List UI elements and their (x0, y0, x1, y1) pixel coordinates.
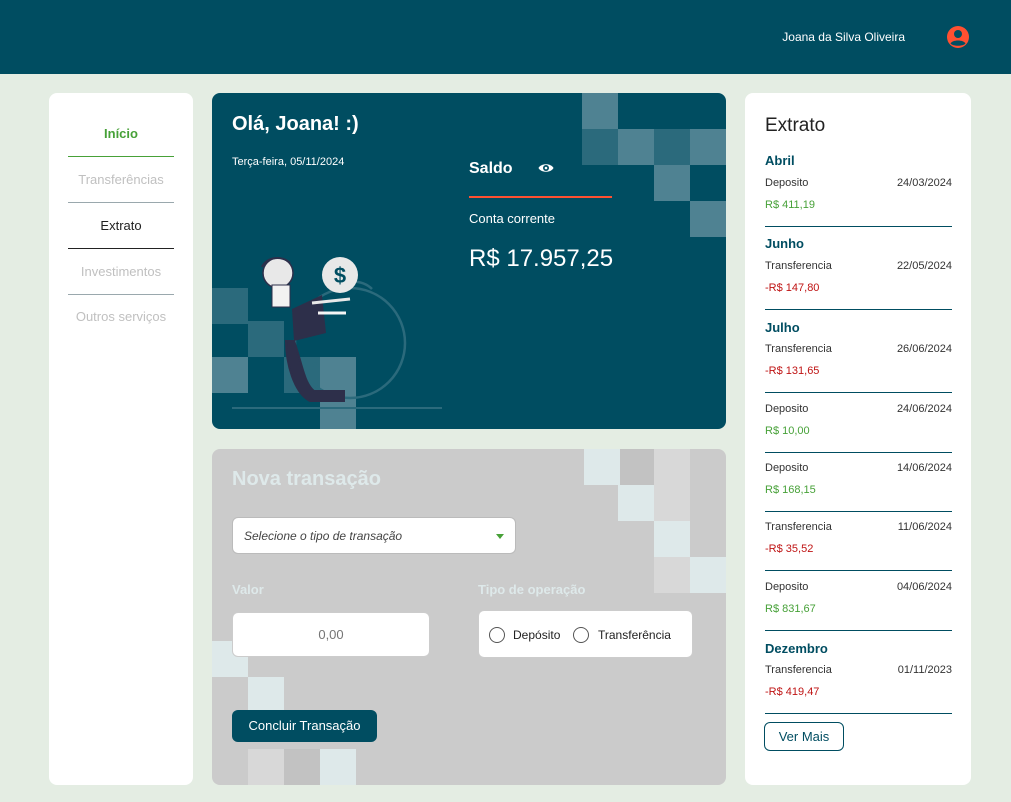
radio-deposito-label[interactable]: Depósito (513, 628, 560, 642)
sidebar-item-transferencias[interactable]: Transferências (68, 157, 174, 203)
entry-date: 26/06/2024 (896, 343, 952, 355)
greeting: Olá, Joana! :) (232, 113, 359, 135)
entry-date: 24/03/2024 (896, 177, 952, 189)
chevron-down-icon (496, 534, 504, 539)
saldo-label: Saldo (469, 160, 513, 177)
radio-transferencia-label[interactable]: Transferência (598, 628, 671, 642)
decor-square (320, 749, 356, 785)
operation-type-label: Tipo de operação (478, 582, 586, 597)
entry-type: Transferencia (765, 343, 832, 355)
month-header: Dezembro (765, 641, 828, 656)
piggy-bank-illustration: $ (232, 257, 442, 409)
statement-entry[interactable]: Deposito 04/06/2024 R$ 831,67 (765, 579, 952, 631)
select-placeholder: Selecione o tipo de transação (244, 529, 403, 543)
decor-square (690, 201, 726, 237)
entry-amount: -R$ 35,52 (765, 543, 814, 555)
decor-square (618, 485, 654, 521)
submit-transaction-button[interactable]: Concluir Transação (232, 710, 377, 742)
entry-date: 11/06/2024 (897, 521, 952, 533)
entry-date: 01/11/2023 (897, 664, 952, 676)
decor-square (690, 557, 726, 593)
statement-entry[interactable]: Transferencia 26/06/2024 -R$ 131,65 (765, 341, 952, 393)
decor-square (582, 93, 618, 129)
month-header: Julho (765, 320, 800, 335)
sidebar-item-investimentos[interactable]: Investimentos (68, 249, 174, 295)
statement-entry[interactable]: Transferencia 01/11/2023 -R$ 419,47 (765, 662, 952, 714)
sidebar-item-outros-servicos[interactable]: Outros serviços (68, 294, 174, 340)
entry-date: 04/06/2024 (896, 581, 952, 593)
valor-input[interactable] (232, 612, 430, 657)
user-name: Joana da Silva Oliveira (782, 30, 905, 44)
statement-entry[interactable]: Deposito 24/03/2024 R$ 411,19 (765, 175, 952, 227)
decor-square (584, 449, 620, 485)
decor-square (690, 129, 726, 165)
entry-date: 24/06/2024 (896, 403, 952, 415)
entry-type: Deposito (765, 403, 809, 415)
entry-amount: -R$ 147,80 (765, 282, 820, 294)
decor-square (620, 449, 656, 485)
decor-square (654, 557, 690, 593)
account-label: Conta corrente (469, 211, 555, 226)
entry-type: Transferencia (765, 260, 832, 272)
statement-entry[interactable]: Transferencia 22/05/2024 -R$ 147,80 (765, 258, 952, 310)
entry-date: 22/05/2024 (896, 260, 952, 272)
entry-type: Deposito (765, 462, 809, 474)
entry-amount: R$ 10,00 (765, 425, 810, 437)
entry-amount: R$ 411,19 (765, 199, 815, 211)
decor-square (618, 129, 654, 165)
statement-title: Extrato (765, 115, 826, 136)
operation-type-group: Depósito Transferência (478, 610, 693, 658)
decor-square (248, 677, 284, 713)
decor-square (248, 749, 284, 785)
decor-square (654, 485, 690, 521)
user-circle-icon[interactable] (946, 25, 970, 49)
statement-entry[interactable]: Deposito 24/06/2024 R$ 10,00 (765, 401, 952, 453)
statement-entry[interactable]: Transferencia 11/06/2024 -R$ 35,52 (765, 519, 952, 571)
new-transaction-card: Nova transação Selecione o tipo de trans… (212, 449, 726, 785)
see-more-button[interactable]: Ver Mais (764, 722, 844, 751)
sidebar-item-inicio[interactable]: Início (68, 111, 174, 157)
transaction-title: Nova transação (232, 468, 381, 490)
entry-type: Deposito (765, 581, 809, 593)
entry-amount: -R$ 419,47 (765, 686, 820, 698)
saldo-divider (469, 196, 612, 198)
entry-date: 14/06/2024 (896, 462, 952, 474)
sidebar-nav: Início Transferências Extrato Investimen… (49, 93, 193, 785)
svg-text:$: $ (334, 263, 346, 288)
decor-square (582, 129, 618, 165)
transaction-type-select[interactable]: Selecione o tipo de transação (232, 517, 516, 554)
statement-panel: Extrato Abril Deposito 24/03/2024 R$ 411… (745, 93, 971, 785)
month-header: Abril (765, 153, 795, 168)
sidebar-item-extrato[interactable]: Extrato (68, 203, 174, 249)
entry-type: Transferencia (765, 664, 832, 676)
month-header: Junho (765, 236, 804, 251)
valor-label: Valor (232, 582, 264, 597)
entry-amount: R$ 168,15 (765, 484, 816, 496)
radio-transferencia[interactable] (573, 627, 589, 643)
statement-entry[interactable]: Deposito 14/06/2024 R$ 168,15 (765, 460, 952, 512)
radio-deposito[interactable] (489, 627, 505, 643)
entry-type: Transferencia (765, 521, 832, 533)
decor-square (654, 449, 690, 485)
decor-square (284, 749, 320, 785)
balance-card: Olá, Joana! :) Terça-feira, 05/11/2024 $… (212, 93, 726, 429)
decor-square (654, 129, 690, 165)
decor-square (654, 521, 690, 557)
entry-amount: -R$ 131,65 (765, 365, 820, 377)
decor-square (654, 165, 690, 201)
entry-amount: R$ 831,67 (765, 603, 816, 615)
entry-type: Deposito (765, 177, 809, 189)
balance-value: R$ 17.957,25 (469, 245, 614, 272)
current-date: Terça-feira, 05/11/2024 (232, 156, 345, 168)
eye-icon[interactable] (538, 162, 554, 174)
top-bar: Joana da Silva Oliveira (0, 0, 1011, 74)
